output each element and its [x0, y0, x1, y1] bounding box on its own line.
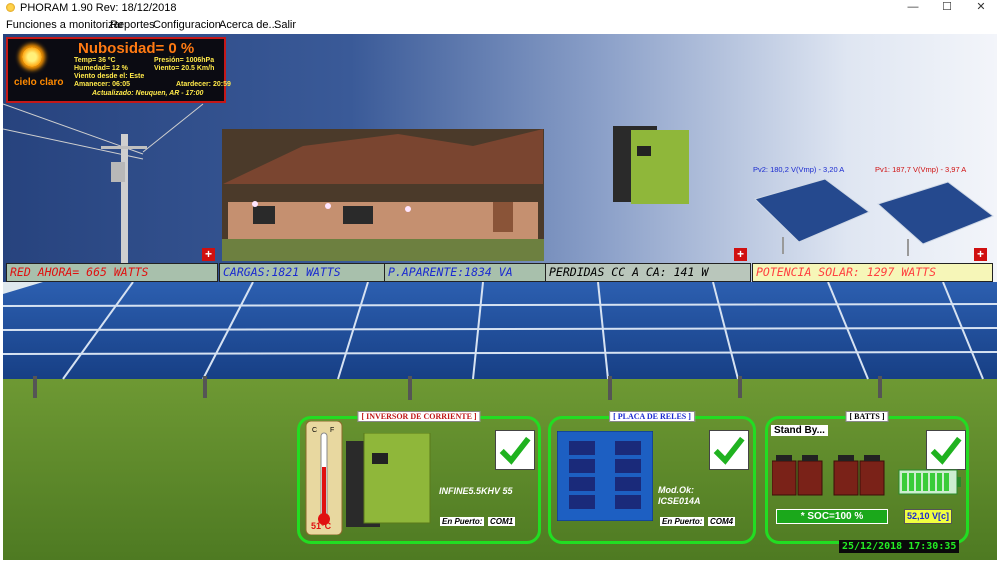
battery-charge-icon [898, 469, 961, 495]
expand-grid-button[interactable]: + [202, 248, 215, 261]
relay-board-image [557, 431, 653, 521]
inverter-ok-check-icon [495, 430, 535, 470]
thermometer-icon: C F [305, 421, 343, 535]
relay-port-label: En Puerto: [660, 517, 705, 526]
relay-panel-title: [ PLACA DE RELES ] [609, 411, 695, 422]
relay-model: ICSE014A [658, 496, 701, 506]
svg-text:F: F [330, 427, 334, 434]
menu-salir[interactable]: Salir [274, 19, 296, 31]
relay-ok-check-icon [709, 430, 749, 470]
close-button[interactable]: ✕ [964, 0, 998, 16]
expand-solar-button[interactable]: + [974, 248, 987, 261]
loads-readout: CARGAS:1821 WATTS [219, 263, 385, 282]
menu-bar: Funciones a monitorizar Reportes Configu… [0, 16, 1000, 34]
menu-reportes[interactable]: Reportes [110, 19, 155, 31]
menu-configuracion[interactable]: Configuracion [153, 19, 221, 31]
weather-panel: cielo claro Nubosidad= 0 % Temp= 36 ºC P… [6, 37, 231, 103]
maximize-button[interactable]: ☐ [930, 0, 964, 16]
solar-power-readout: POTENCIA SOLAR: 1297 WATTS [752, 263, 993, 282]
weather-sunrise: Amanecer: 06:05 [74, 81, 131, 88]
grid-power-readout: RED AHORA= 665 WATTS [6, 263, 218, 282]
inverter-panel-title: [ INVERSOR DE CORRIENTE ] [357, 411, 481, 422]
svg-text:C: C [312, 427, 317, 434]
minimize-button[interactable]: — [896, 0, 930, 16]
weather-sunset: Atardecer: 20:59 [176, 81, 231, 88]
pv2-label: Pv2: 180,2 V(Vmp) - 3,20 A [753, 165, 845, 174]
current-datetime: 25/12/2018 17:30:35 [839, 540, 960, 553]
battery-voltage: 52,10 V[c] [904, 509, 953, 524]
expand-inverter-button[interactable]: + [734, 248, 747, 261]
menu-funciones[interactable]: Funciones a monitorizar [6, 19, 123, 31]
app-icon [6, 3, 15, 12]
weather-wind-direction: Viento desde el: Este [74, 73, 145, 80]
weather-pressure: Presión= 1006hPa [154, 57, 215, 64]
battery-ok-check-icon [926, 430, 966, 470]
relay-board-panel[interactable]: [ PLACA DE RELES ] Mod.Ok: ICSE014A En P… [548, 411, 756, 544]
inverter-model: INFINE5.5KHV 55 [439, 486, 513, 496]
battery-status: Stand By... [771, 425, 828, 436]
title-bar: PHORAM 1.90 Rev: 18/12/2018 — ☐ ✕ [0, 0, 1000, 16]
sun-icon [22, 47, 42, 67]
inverter-port-value: COM1 [488, 517, 516, 526]
menu-acerca[interactable]: Acerca de... [219, 19, 278, 31]
inverter-panel[interactable]: [ INVERSOR DE CORRIENTE ] C F 51°C INFIN… [297, 411, 541, 544]
battery-bank-image [772, 455, 885, 496]
weather-condition: cielo claro [14, 77, 64, 88]
relay-port-value: COM4 [708, 517, 736, 526]
pv1-label: Pv1: 187,7 V(Vmp) - 3,97 A [875, 165, 967, 174]
dashboard-scene: cielo claro Nubosidad= 0 % Temp= 36 ºC P… [3, 34, 997, 560]
inverter-temperature: 51°C [311, 521, 332, 531]
inverter-image [346, 433, 431, 527]
weather-temp: Temp= 36 ºC [74, 57, 116, 64]
weather-humidity: Humedad= 12 % [74, 65, 128, 72]
batteries-panel[interactable]: [ BATTS ] Stand By... * SOC=100 % 52,10 … [765, 411, 969, 544]
cloudiness: Nubosidad= 0 % [78, 40, 195, 57]
weather-wind: Viento= 20.5 Km/h [154, 65, 215, 72]
relay-mod-ok-label: Mod.Ok: [658, 485, 694, 495]
losses-readout: PERDIDAS CC A CA: 141 W [545, 263, 751, 282]
weather-updated: Actualizado: Neuquen, AR - 17:00 [92, 90, 204, 97]
window-title: PHORAM 1.90 Rev: 18/12/2018 [20, 2, 177, 14]
battery-soc: * SOC=100 % [776, 509, 888, 524]
apparent-power-readout: P.APARENTE:1834 VA [384, 263, 546, 282]
batteries-panel-title: [ BATTS ] [845, 411, 889, 422]
inverter-port-label: En Puerto: [440, 517, 485, 526]
